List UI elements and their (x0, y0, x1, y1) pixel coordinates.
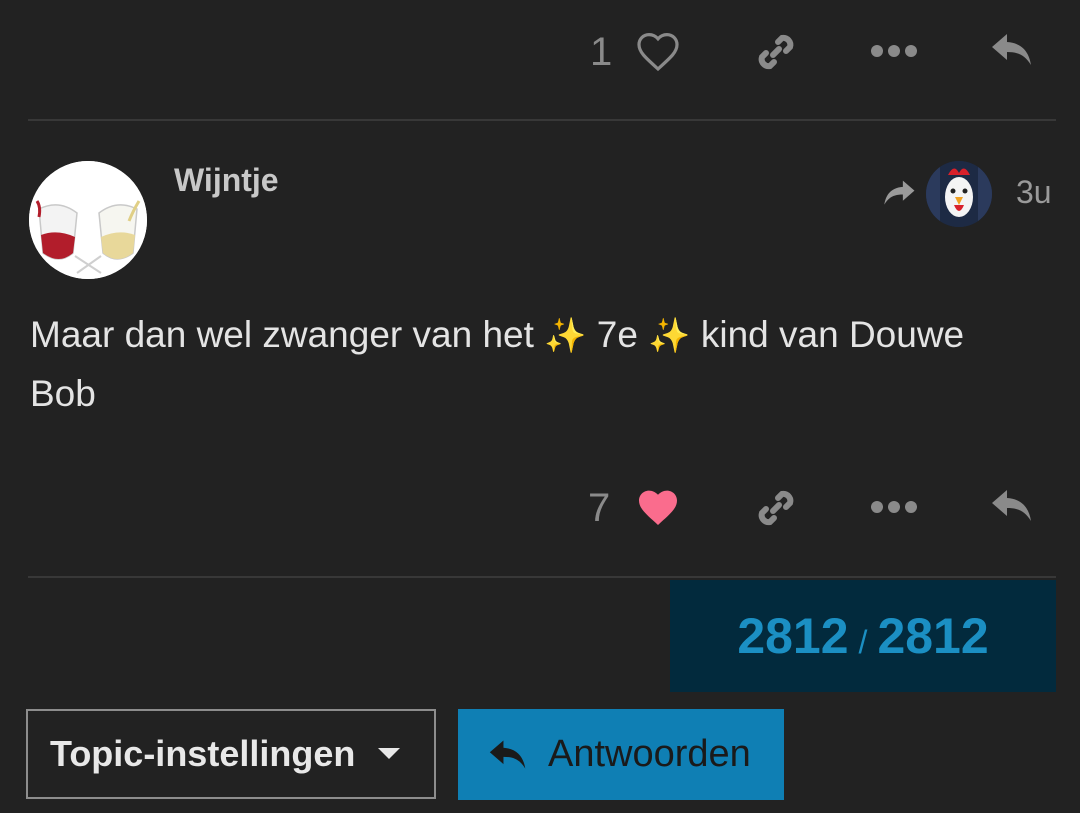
reply-button[interactable]: Antwoorden (458, 709, 784, 800)
topic-settings-label: Topic-instellingen (50, 733, 356, 774)
progress-separator: / (858, 624, 868, 660)
reply-icon (489, 739, 526, 769)
progress-total: 2812 (877, 608, 989, 664)
reply-icon[interactable] (988, 484, 1036, 528)
post-time[interactable]: 3u (1016, 174, 1052, 211)
progress-current: 2812 (737, 608, 849, 664)
avatar[interactable] (29, 161, 147, 279)
post-body: Maar dan wel zwanger van het ✨ 7e ✨ kind… (30, 306, 1040, 422)
post-actions: 7 (0, 478, 1080, 538)
link-icon[interactable] (752, 28, 800, 76)
heart-outline-icon[interactable] (634, 28, 682, 72)
topic-progress[interactable]: 2812/2812 (670, 580, 1056, 692)
post-divider (28, 119, 1056, 121)
sparkles-emoji: ✨ (544, 316, 587, 356)
like-count: 7 (588, 486, 611, 530)
more-icon[interactable] (870, 44, 918, 58)
post-text: 7e (596, 314, 638, 355)
wine-glasses-avatar-image (29, 161, 147, 279)
topic-settings-button[interactable]: Topic-instellingen (26, 709, 436, 799)
username[interactable]: Wijntje (174, 162, 279, 199)
reply-icon[interactable] (988, 28, 1036, 72)
caret-down-icon (378, 748, 401, 759)
post-divider (28, 576, 1056, 578)
post-actions-top: 1 (0, 22, 1080, 82)
post-text: Bob (30, 373, 96, 414)
sparkles-emoji: ✨ (648, 316, 691, 356)
post-text: Maar dan wel zwanger van het (30, 314, 534, 355)
reply-button-label: Antwoorden (548, 733, 751, 775)
link-icon[interactable] (752, 484, 800, 532)
more-icon[interactable] (870, 500, 918, 514)
reply-to-avatar[interactable] (926, 161, 992, 227)
reply-to-arrow-icon[interactable] (880, 176, 918, 210)
heart-filled-icon[interactable] (634, 484, 682, 528)
post-text: kind van Douwe (700, 314, 965, 355)
rooster-avatar-image (926, 161, 992, 227)
like-count: 1 (590, 30, 613, 74)
